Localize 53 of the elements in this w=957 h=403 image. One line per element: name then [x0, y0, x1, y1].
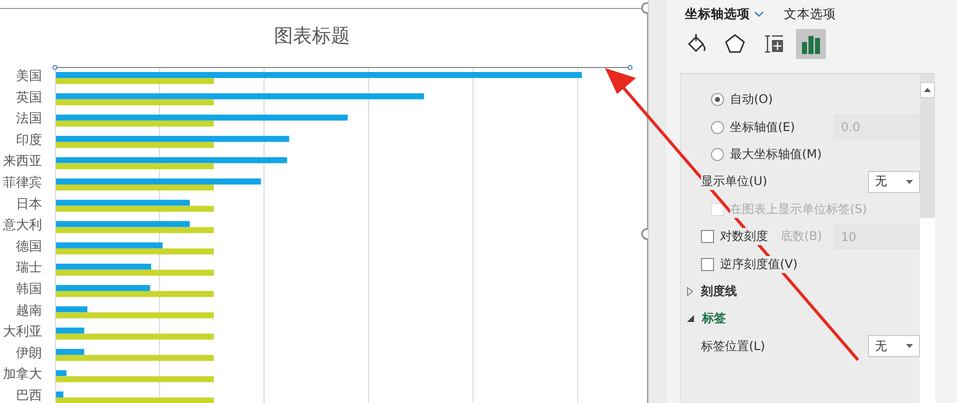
checkbox[interactable] — [701, 258, 714, 271]
radio-button[interactable] — [711, 93, 724, 106]
caret-icon — [906, 344, 913, 348]
category-label: 菲律宾 — [3, 176, 42, 190]
category-label: 加拿大 — [3, 367, 42, 382]
resize-handle[interactable] — [641, 2, 648, 14]
chart-title: 图表标题 — [274, 25, 350, 47]
panel-tab[interactable]: 坐标轴选项 — [685, 6, 764, 22]
dropdown[interactable]: 无 — [868, 170, 920, 193]
category-label: 印度 — [16, 132, 42, 148]
option-label: 坐标轴值(E) — [730, 118, 795, 136]
category-label: 来西亚 — [3, 154, 42, 170]
option-label: 对数刻度 — [720, 228, 768, 246]
category-label: 美国 — [16, 69, 42, 84]
category-label: 伊朗 — [16, 346, 42, 361]
category-label: 巴西 — [16, 388, 42, 403]
chevron-down-icon — [754, 11, 764, 17]
category-label: 日本 — [16, 196, 42, 212]
field-label: 显示单位(U) — [701, 173, 768, 190]
category-label: 越南 — [16, 303, 42, 318]
collapsed-triangle-icon — [687, 286, 693, 296]
option-label: 逆序刻度值(V) — [720, 256, 798, 273]
pentagon-icon — [724, 33, 746, 55]
radio-button[interactable] — [711, 148, 724, 161]
size-properties-icon — [762, 33, 784, 55]
option-label: 在图表上显示单位标签(S) — [730, 200, 867, 218]
section-header[interactable]: 标签 — [681, 305, 920, 333]
radio-button[interactable] — [711, 120, 724, 134]
value-field: 10 — [834, 224, 920, 249]
option-label: 最大坐标轴值(M) — [730, 146, 822, 163]
panel-tab[interactable]: 文本选项 — [784, 6, 836, 22]
section-header[interactable]: 刻度线 — [681, 278, 920, 306]
checkbox[interactable] — [701, 230, 714, 244]
scroll-up-icon — [924, 88, 931, 92]
axis-handle[interactable] — [628, 65, 632, 70]
field-label: 标签位置(L) — [701, 338, 766, 355]
category-label: 德国 — [16, 239, 42, 254]
caret-icon — [906, 180, 913, 184]
field-label: 底数(B) — [780, 228, 822, 246]
category-label: 意大利 — [3, 218, 42, 234]
category-label: 法国 — [16, 112, 42, 127]
expanded-triangle-icon — [687, 315, 694, 322]
resize-handle[interactable] — [641, 228, 648, 240]
category-label: 韩国 — [16, 282, 42, 297]
category-label: 瑞士 — [16, 260, 42, 276]
category-label: 英国 — [16, 90, 42, 106]
axis-handle[interactable] — [52, 65, 58, 70]
value-field: 0.0 — [834, 115, 920, 140]
scrollbar[interactable] — [920, 74, 935, 403]
bar-chart-icon — [800, 33, 822, 55]
paint-bucket-icon — [686, 33, 708, 55]
category-label: 大利亚 — [3, 324, 42, 340]
dropdown[interactable]: 无 — [868, 335, 920, 358]
